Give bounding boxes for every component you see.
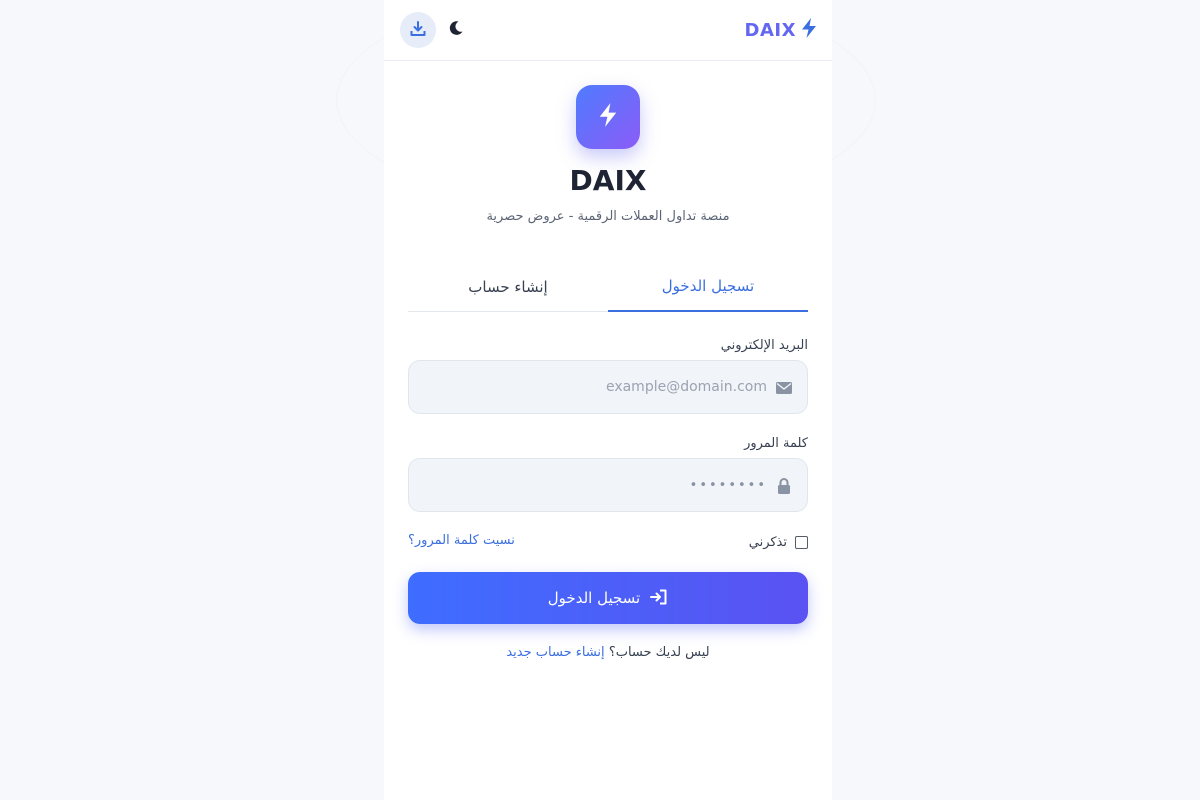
- login-submit-button[interactable]: تسجيل الدخول: [408, 572, 808, 624]
- password-placeholder: ••••••••: [689, 478, 767, 493]
- password-label: كلمة المرور: [744, 436, 808, 451]
- sign-in-icon: [650, 589, 668, 608]
- download-button[interactable]: [400, 12, 436, 48]
- brand-subtitle: منصة تداول العملات الرقمية - عروض حصرية: [486, 209, 730, 224]
- signup-prompt: ليس لديك حساب؟ إنشاء حساب جديد: [384, 645, 832, 660]
- brand-title: DAIX: [569, 164, 647, 197]
- signup-prompt-text: ليس لديك حساب؟: [608, 645, 710, 660]
- top-bar: DAIX: [384, 0, 832, 61]
- login-card: DAIX DAIX منصة تداول العملات الرقمية - ع…: [384, 0, 832, 800]
- bolt-icon: [597, 102, 619, 132]
- envelope-icon: [775, 379, 793, 397]
- email-field[interactable]: [409, 361, 807, 413]
- password-field-wrapper: ••••••••: [408, 458, 808, 512]
- bolt-icon: [800, 17, 818, 43]
- download-icon: [409, 20, 427, 41]
- app-logo: [576, 85, 640, 149]
- tab-register[interactable]: إنشاء حساب: [408, 262, 608, 312]
- header-brand[interactable]: DAIX: [745, 18, 818, 42]
- page: DAIX DAIX منصة تداول العملات الرقمية - ع…: [0, 0, 1200, 800]
- header-brand-name: DAIX: [744, 19, 796, 41]
- tab-login[interactable]: تسجيل الدخول: [608, 262, 808, 312]
- remember-label: تذكرني: [748, 534, 787, 550]
- email-field-wrapper: [408, 360, 808, 414]
- lock-icon: [775, 477, 793, 495]
- auth-tabs: إنشاء حساب تسجيل الدخول: [408, 262, 808, 312]
- login-submit-label: تسجيل الدخول: [547, 589, 641, 607]
- remember-checkbox[interactable]: [795, 535, 808, 549]
- forgot-password-link[interactable]: نسيت كلمة المرور؟: [408, 533, 515, 551]
- remember-me[interactable]: تذكرني: [749, 533, 808, 551]
- moon-icon: [448, 20, 464, 40]
- create-account-link[interactable]: إنشاء حساب جديد: [506, 645, 604, 660]
- email-label: البريد الإلكتروني: [720, 338, 808, 353]
- theme-toggle-button[interactable]: [444, 18, 468, 42]
